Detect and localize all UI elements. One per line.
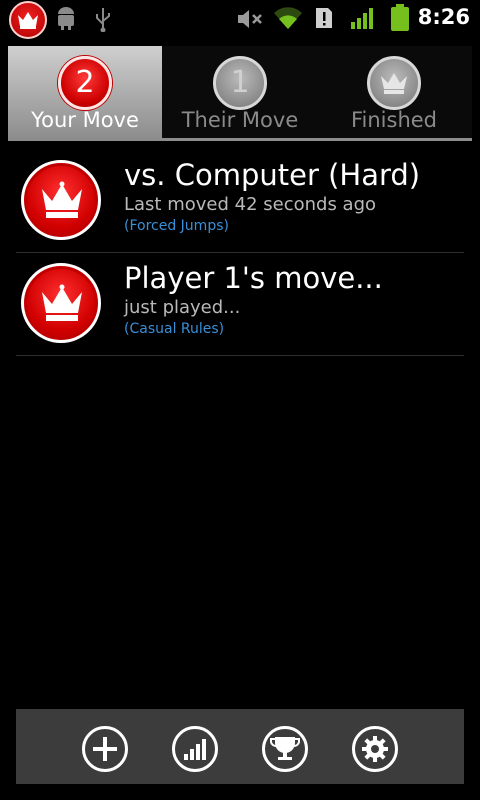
tab-bar: 2 Your Move 1 Their Move Finished — [8, 46, 472, 141]
game-subtitle: Last moved 42 seconds ago — [124, 194, 377, 215]
settings-button[interactable] — [352, 726, 398, 772]
wifi-icon — [272, 5, 304, 35]
game-list: vs. Computer (Hard) Last moved 42 second… — [16, 150, 464, 356]
trophy-icon — [270, 737, 300, 760]
android-icon — [55, 6, 77, 34]
game-rules: (Casual Rules) — [124, 321, 225, 337]
badge-count: 1 — [213, 56, 267, 110]
settings-icon — [362, 736, 388, 762]
game-title: Player 1's move... — [124, 261, 383, 295]
tab-label: Your Move — [31, 108, 139, 132]
status-bar: 8:26 — [0, 0, 480, 39]
crown-icon — [367, 56, 421, 110]
mute-icon — [236, 8, 264, 34]
signal-icon — [350, 6, 376, 34]
list-item[interactable]: vs. Computer (Hard) Last moved 42 second… — [16, 150, 464, 253]
badge-count: 2 — [58, 56, 112, 110]
clock: 8:26 — [417, 5, 470, 29]
tab-finished[interactable]: Finished — [317, 46, 471, 138]
stats-button[interactable] — [172, 726, 218, 772]
trophy-button[interactable] — [262, 726, 308, 772]
tab-label: Their Move — [181, 108, 299, 132]
new-game-button[interactable] — [82, 726, 128, 772]
badge-number: 2 — [75, 65, 95, 100]
crown-app-icon — [9, 1, 47, 39]
crown-icon — [21, 263, 101, 343]
tab-your-move[interactable]: 2 Your Move — [8, 46, 162, 138]
usb-icon — [94, 6, 112, 36]
stats-icon — [184, 739, 206, 760]
game-rules: (Forced Jumps) — [124, 218, 229, 234]
battery-icon — [389, 4, 411, 36]
new-game-icon — [93, 737, 117, 761]
tab-label: Finished — [350, 108, 438, 132]
game-title: vs. Computer (Hard) — [124, 158, 421, 192]
crown-icon — [21, 160, 101, 240]
badge-number: 1 — [230, 65, 250, 100]
bottom-action-bar — [16, 709, 464, 784]
alert-icon — [314, 6, 334, 34]
tab-their-move[interactable]: 1 Their Move — [163, 46, 317, 138]
list-item[interactable]: Player 1's move... just played... (Casua… — [16, 253, 464, 356]
game-subtitle: just played... — [124, 297, 241, 318]
